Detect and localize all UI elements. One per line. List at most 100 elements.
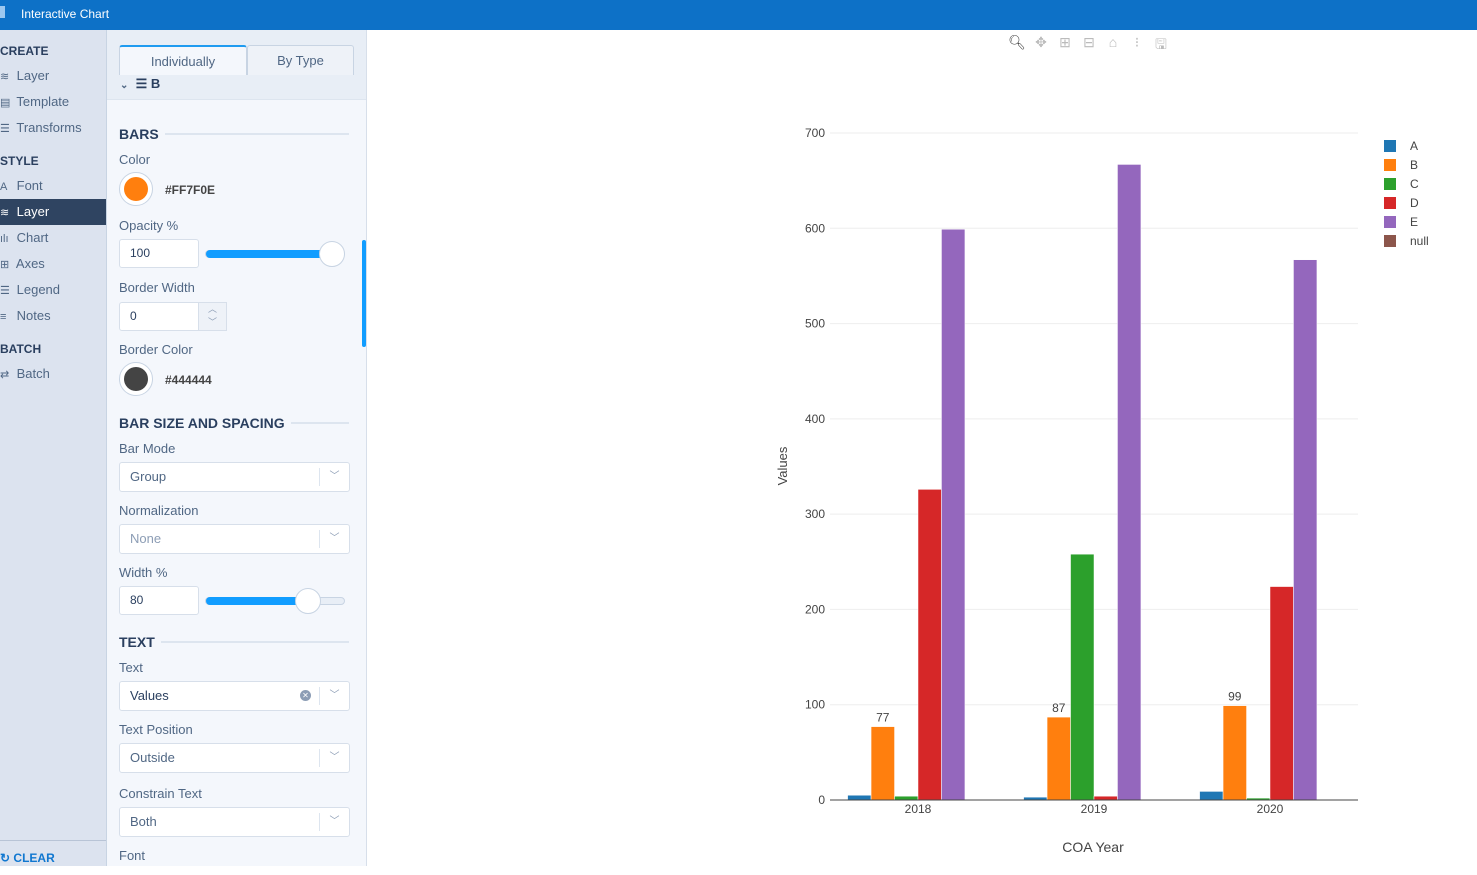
nav-item-batch[interactable]: ⇄ Batch bbox=[0, 361, 106, 387]
x-tick-label: 2019 bbox=[1081, 802, 1108, 816]
legend-label: C bbox=[1410, 177, 1419, 191]
clear-label: CLEAR bbox=[13, 851, 55, 865]
y-tick-label: 600 bbox=[805, 221, 825, 235]
legend-label: D bbox=[1410, 196, 1419, 210]
axes-icon: ⊞ bbox=[0, 259, 10, 271]
nav-item-axes[interactable]: ⊞ Axes bbox=[0, 251, 106, 277]
slider-handle[interactable] bbox=[295, 588, 321, 614]
slider-handle[interactable] bbox=[319, 241, 345, 267]
text-position-select[interactable]: Outside ﹀ bbox=[119, 743, 350, 773]
bar-E-2019 bbox=[1117, 164, 1142, 801]
section-bars: BARS bbox=[119, 126, 349, 142]
chevron-down-icon[interactable]: ﹀ bbox=[319, 813, 349, 831]
x-tick-label: 2018 bbox=[905, 802, 932, 816]
select-value: None bbox=[130, 531, 162, 546]
width-input[interactable]: 80 bbox=[119, 586, 199, 615]
y-tick-label: 300 bbox=[805, 507, 825, 521]
layers-icon: ≋ bbox=[0, 207, 10, 219]
legend-swatch-A bbox=[1384, 140, 1396, 152]
select-value: Values bbox=[130, 688, 169, 703]
border-color-swatch[interactable] bbox=[119, 362, 153, 396]
color-swatch[interactable] bbox=[119, 172, 153, 206]
legend-swatch-null bbox=[1384, 235, 1396, 247]
decrement-icon[interactable]: ﹀ bbox=[199, 316, 226, 329]
bar-D-2019 bbox=[1093, 795, 1118, 801]
nav-section-batch: BATCH bbox=[0, 342, 42, 356]
text-position-label: Text Position bbox=[119, 722, 193, 737]
clear-button[interactable]: ↻ CLEAR bbox=[0, 840, 106, 866]
trace-name: B bbox=[150, 76, 161, 91]
nav-item-font[interactable]: A Font bbox=[0, 173, 106, 199]
list-icon: ☰ bbox=[0, 123, 10, 135]
bar-D-2020 bbox=[1269, 586, 1294, 801]
nav-section-create: CREATE bbox=[0, 44, 49, 58]
nav-label: Layer bbox=[16, 68, 50, 83]
legend-label: E bbox=[1410, 215, 1418, 229]
opacity-label: Opacity % bbox=[119, 218, 179, 233]
border-width-stepper[interactable]: ︿ ﹀ bbox=[198, 302, 227, 331]
increment-icon[interactable]: ︿ bbox=[199, 303, 226, 316]
zoom-icon[interactable]: 🔍︎ bbox=[1008, 34, 1026, 58]
batch-icon: ⇄ bbox=[0, 369, 10, 381]
select-value: Both bbox=[130, 814, 157, 829]
text-label: Text bbox=[119, 660, 143, 675]
y-tick-label: 100 bbox=[805, 698, 825, 712]
bar-E-2018 bbox=[941, 228, 966, 801]
chevron-down-icon[interactable]: ﹀ bbox=[319, 530, 349, 548]
nav-item-template[interactable]: ▤ Template bbox=[0, 89, 106, 115]
panel-scrollbar[interactable] bbox=[362, 240, 366, 347]
text-select[interactable]: Values ✕ ﹀ bbox=[119, 681, 350, 711]
nav-item-transforms[interactable]: ☰ Transforms bbox=[0, 115, 106, 141]
template-icon: ▤ bbox=[0, 97, 11, 109]
zoom-in-icon[interactable]: ⊞ bbox=[1056, 34, 1074, 58]
nav-label: Template bbox=[16, 94, 70, 109]
clear-icon[interactable]: ✕ bbox=[300, 690, 311, 701]
border-color-label: Border Color bbox=[119, 342, 193, 357]
constrain-text-select[interactable]: Both ﹀ bbox=[119, 807, 350, 837]
legend-swatch-B bbox=[1384, 159, 1396, 171]
chart-modebar: 🔍︎ ✥ ⊞ ⊟ ⌂ ⁝ 🖫 bbox=[1008, 34, 1170, 58]
nav-label: Axes bbox=[15, 256, 45, 271]
pan-icon[interactable]: ✥ bbox=[1032, 34, 1050, 58]
select-value: Group bbox=[130, 469, 167, 484]
bar-E-2020 bbox=[1293, 259, 1318, 801]
home-icon[interactable]: ⌂ bbox=[1104, 34, 1122, 58]
opacity-slider[interactable] bbox=[205, 241, 345, 267]
color-hex: #FF7F0E bbox=[165, 183, 216, 197]
bar-mode-label: Bar Mode bbox=[119, 441, 176, 456]
y-tick-label: 400 bbox=[805, 412, 825, 426]
nav-item-legend[interactable]: ☰ Legend bbox=[0, 277, 106, 303]
opacity-input[interactable]: 100 bbox=[119, 239, 199, 268]
refresh-icon: ↻ bbox=[0, 851, 11, 865]
layers-icon: ≋ bbox=[0, 71, 10, 83]
bar-mode-select[interactable]: Group ﹀ bbox=[119, 462, 350, 492]
width-slider[interactable] bbox=[205, 588, 345, 614]
nav-item-style-layer[interactable]: ≋ Layer bbox=[0, 199, 106, 225]
notes-icon: ≡ bbox=[0, 311, 7, 323]
y-axis-title: Values bbox=[775, 446, 790, 485]
normalization-select[interactable]: None ﹀ bbox=[119, 524, 350, 554]
bar-B-2019 bbox=[1046, 716, 1071, 801]
nav-item-notes[interactable]: ≡ Notes bbox=[0, 303, 106, 329]
zoom-out-icon[interactable]: ⊟ bbox=[1080, 34, 1098, 58]
bar-A-2020 bbox=[1199, 791, 1224, 801]
chevron-down-icon[interactable]: ﹀ bbox=[319, 468, 349, 486]
width-label: Width % bbox=[119, 565, 168, 580]
spike-lines-icon[interactable]: ⁝ bbox=[1128, 34, 1146, 58]
chevron-down-icon[interactable]: ﹀ bbox=[319, 687, 349, 705]
tab-individually[interactable]: Individually bbox=[119, 45, 247, 75]
nav-item-create-layer[interactable]: ≋ Layer bbox=[0, 63, 106, 89]
nav-label: Transforms bbox=[16, 120, 82, 135]
font-label: Font bbox=[119, 848, 146, 863]
app-title: Interactive Chart bbox=[21, 7, 110, 21]
bar-trace-icon: ☰ bbox=[135, 76, 148, 91]
bar-A-2018 bbox=[847, 794, 872, 801]
tab-by-type[interactable]: By Type bbox=[247, 45, 354, 75]
section-text: TEXT bbox=[119, 634, 349, 650]
nav-label: Layer bbox=[16, 204, 50, 219]
chevron-down-icon[interactable]: ﹀ bbox=[319, 749, 349, 767]
save-icon[interactable]: 🖫 bbox=[1152, 34, 1170, 58]
trace-header[interactable]: ⌄ ☰ B bbox=[120, 76, 160, 92]
nav-item-chart[interactable]: ılı Chart bbox=[0, 225, 106, 251]
legend-label: null bbox=[1410, 234, 1429, 248]
